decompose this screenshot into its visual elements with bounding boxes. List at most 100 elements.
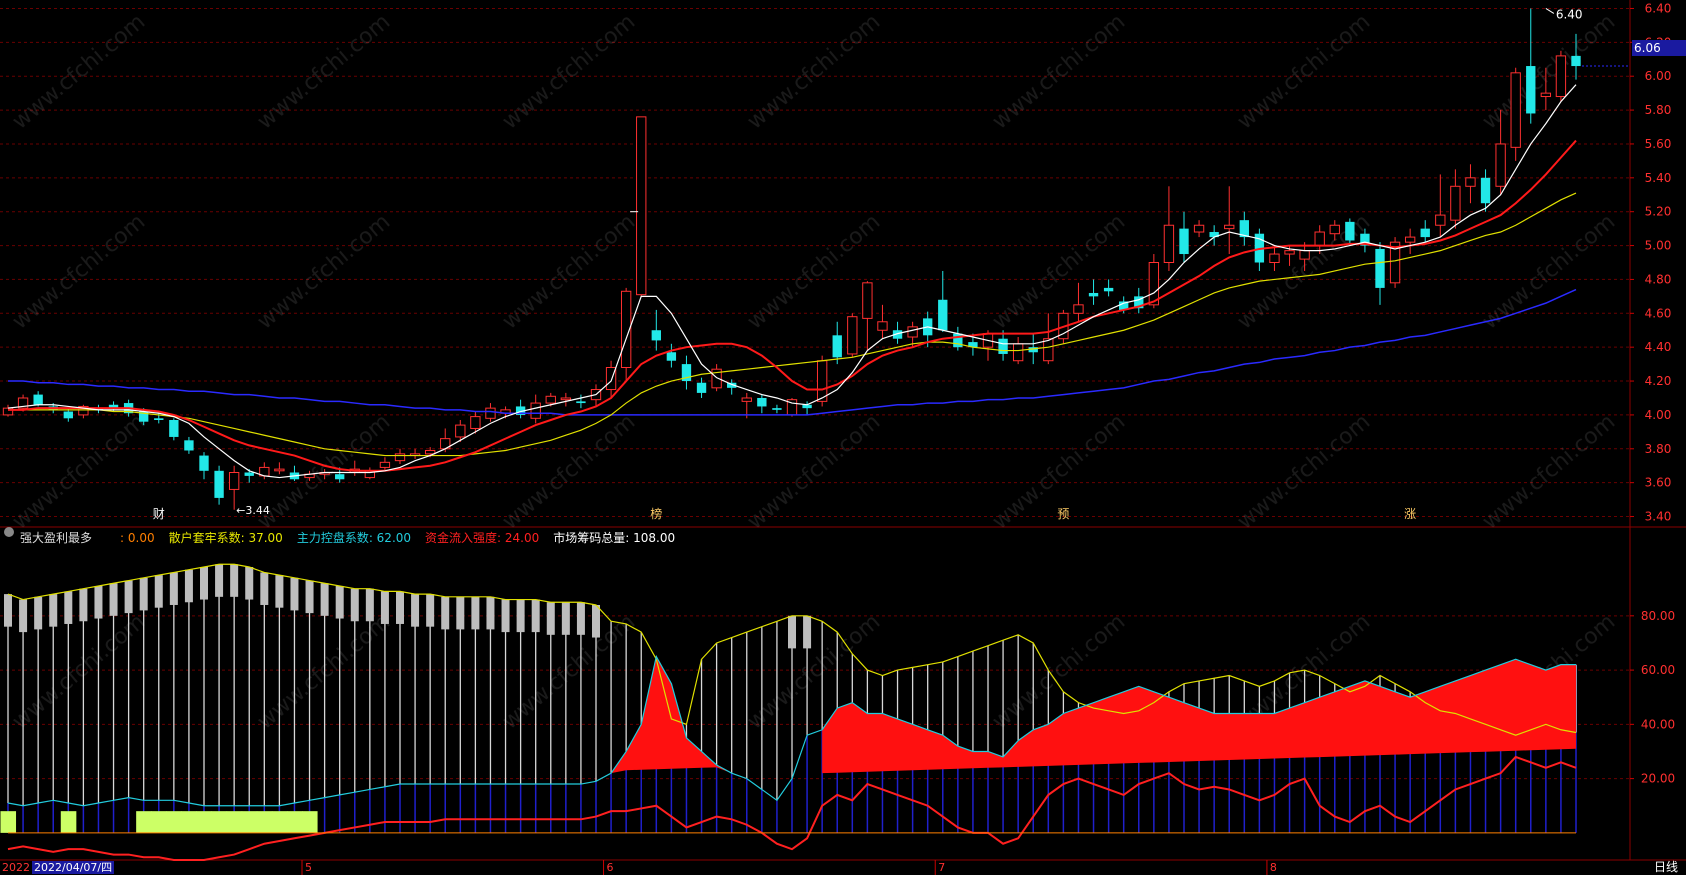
current-price-tag: 6.06: [1632, 40, 1686, 56]
indicator-value-4: 市场筹码总量: 108.00: [553, 531, 676, 545]
low-signal-bar: [0, 811, 17, 833]
retail-block: [230, 564, 239, 597]
candle-body: [816, 360, 828, 402]
candle-body: [907, 326, 918, 338]
price-tick-label: 3.80: [1645, 442, 1672, 456]
low-marker-label: ←3.44: [236, 504, 270, 517]
retail-block: [64, 591, 73, 624]
candle-body: [1163, 224, 1175, 263]
indicator-value-0: : 0.00: [120, 531, 155, 545]
candle-body: [470, 416, 481, 429]
low-signal-bar: [211, 811, 228, 833]
retail-block: [139, 577, 148, 611]
retail-block: [154, 575, 163, 608]
retail-block: [94, 585, 103, 619]
watermark-text: www.cfchi.com: [1478, 409, 1620, 534]
candle-body: [1420, 228, 1430, 238]
price-tick-label: 5.20: [1645, 205, 1672, 219]
month-tick-label: 5: [305, 861, 312, 874]
low-signal-bar: [256, 811, 273, 833]
candle-body: [741, 397, 752, 402]
candle-body: [214, 470, 224, 498]
retail-block: [290, 577, 299, 611]
candle-body: [455, 424, 466, 438]
watermark-text: www.cfchi.com: [8, 9, 150, 134]
retail-block: [260, 572, 269, 605]
candle-body: [1269, 253, 1280, 263]
candle-body: [545, 395, 556, 404]
candle-body: [1329, 224, 1340, 235]
candle-body: [1450, 185, 1461, 221]
date-year: 2022: [2, 861, 30, 874]
retail-block: [124, 580, 133, 614]
candle-body: [274, 468, 285, 472]
retail-block: [215, 564, 224, 597]
retail-block: [411, 594, 420, 627]
high-marker-line: [1545, 8, 1555, 14]
watermark-text: www.cfchi.com: [498, 209, 640, 334]
price-tick-label: 4.80: [1645, 272, 1672, 286]
indicator-name[interactable]: 强大盈利最多: [20, 528, 92, 548]
candle-body: [832, 335, 842, 358]
candle-body: [666, 352, 677, 361]
retail-block: [576, 602, 585, 635]
retail-block: [184, 569, 193, 603]
event-label: 涨: [1404, 506, 1416, 521]
low-signal-bar: [181, 811, 197, 833]
watermark-text: www.cfchi.com: [498, 409, 640, 534]
candle-body: [33, 394, 43, 405]
month-tick-label: 7: [938, 861, 945, 874]
chart-canvas: 3.40 3.60 3.80 4.00 4.20 4.40 4.60 4.80 5.00 5.20…: [0, 0, 1686, 875]
indicator-value-3: 资金流入强度: 24.00: [425, 531, 540, 545]
retail-block: [531, 599, 540, 633]
retail-block: [19, 599, 28, 633]
ma60-line: [8, 288, 1577, 416]
watermark-text: www.cfchi.com: [253, 209, 395, 334]
retail-block: [169, 572, 178, 605]
candle-body: [184, 440, 194, 451]
retail-block: [456, 596, 465, 630]
low-signal-bar: [241, 811, 258, 833]
candle-body: [757, 397, 767, 407]
watermark-text: www.cfchi.com: [1478, 9, 1620, 134]
candle-body: [394, 453, 406, 462]
watermark-text: www.cfchi.com: [1478, 209, 1620, 334]
candle-body: [1179, 228, 1189, 255]
candle-body: [862, 282, 873, 319]
candle-body: [1088, 292, 1099, 297]
watermark-text: www.cfchi.com: [8, 209, 150, 334]
candle-body: [1012, 343, 1024, 362]
candle-body: [1480, 177, 1491, 204]
event-label: 财: [153, 507, 165, 521]
price-tick-label: 4.20: [1645, 374, 1672, 388]
candle-body: [1299, 250, 1310, 260]
month-tick-label: 6: [607, 861, 614, 874]
candle-body: [772, 408, 782, 410]
low-signal-bar: [166, 811, 182, 833]
watermark-text: www.cfchi.com: [743, 9, 885, 134]
retail-block: [79, 588, 88, 622]
retail-block: [396, 591, 404, 624]
candle-body: [1284, 250, 1295, 255]
retail-block: [200, 566, 208, 600]
candle-body: [63, 411, 73, 419]
high-marker-label: 6.40: [1556, 7, 1583, 21]
settings-icon[interactable]: [4, 527, 14, 537]
candle-body: [1103, 287, 1114, 292]
low-signal-bar: [151, 811, 167, 833]
period-label[interactable]: 日线: [1654, 860, 1678, 875]
candle-body: [1510, 72, 1521, 148]
low-signal-bar: [60, 811, 77, 833]
candle-body: [1375, 248, 1385, 288]
candle-body: [530, 402, 541, 419]
candle-body: [696, 382, 707, 393]
retail-block: [245, 566, 254, 600]
month-tick-label: 8: [1270, 861, 1277, 874]
candle-body: [169, 420, 179, 437]
candle-body: [998, 338, 1008, 354]
date-axis-label: 2022 2022/04/07/四: [0, 860, 115, 875]
candle-body: [1495, 143, 1506, 187]
indicator-tick-label: 40.00: [1641, 717, 1675, 731]
retail-block: [516, 599, 525, 633]
retail-block: [365, 588, 374, 622]
